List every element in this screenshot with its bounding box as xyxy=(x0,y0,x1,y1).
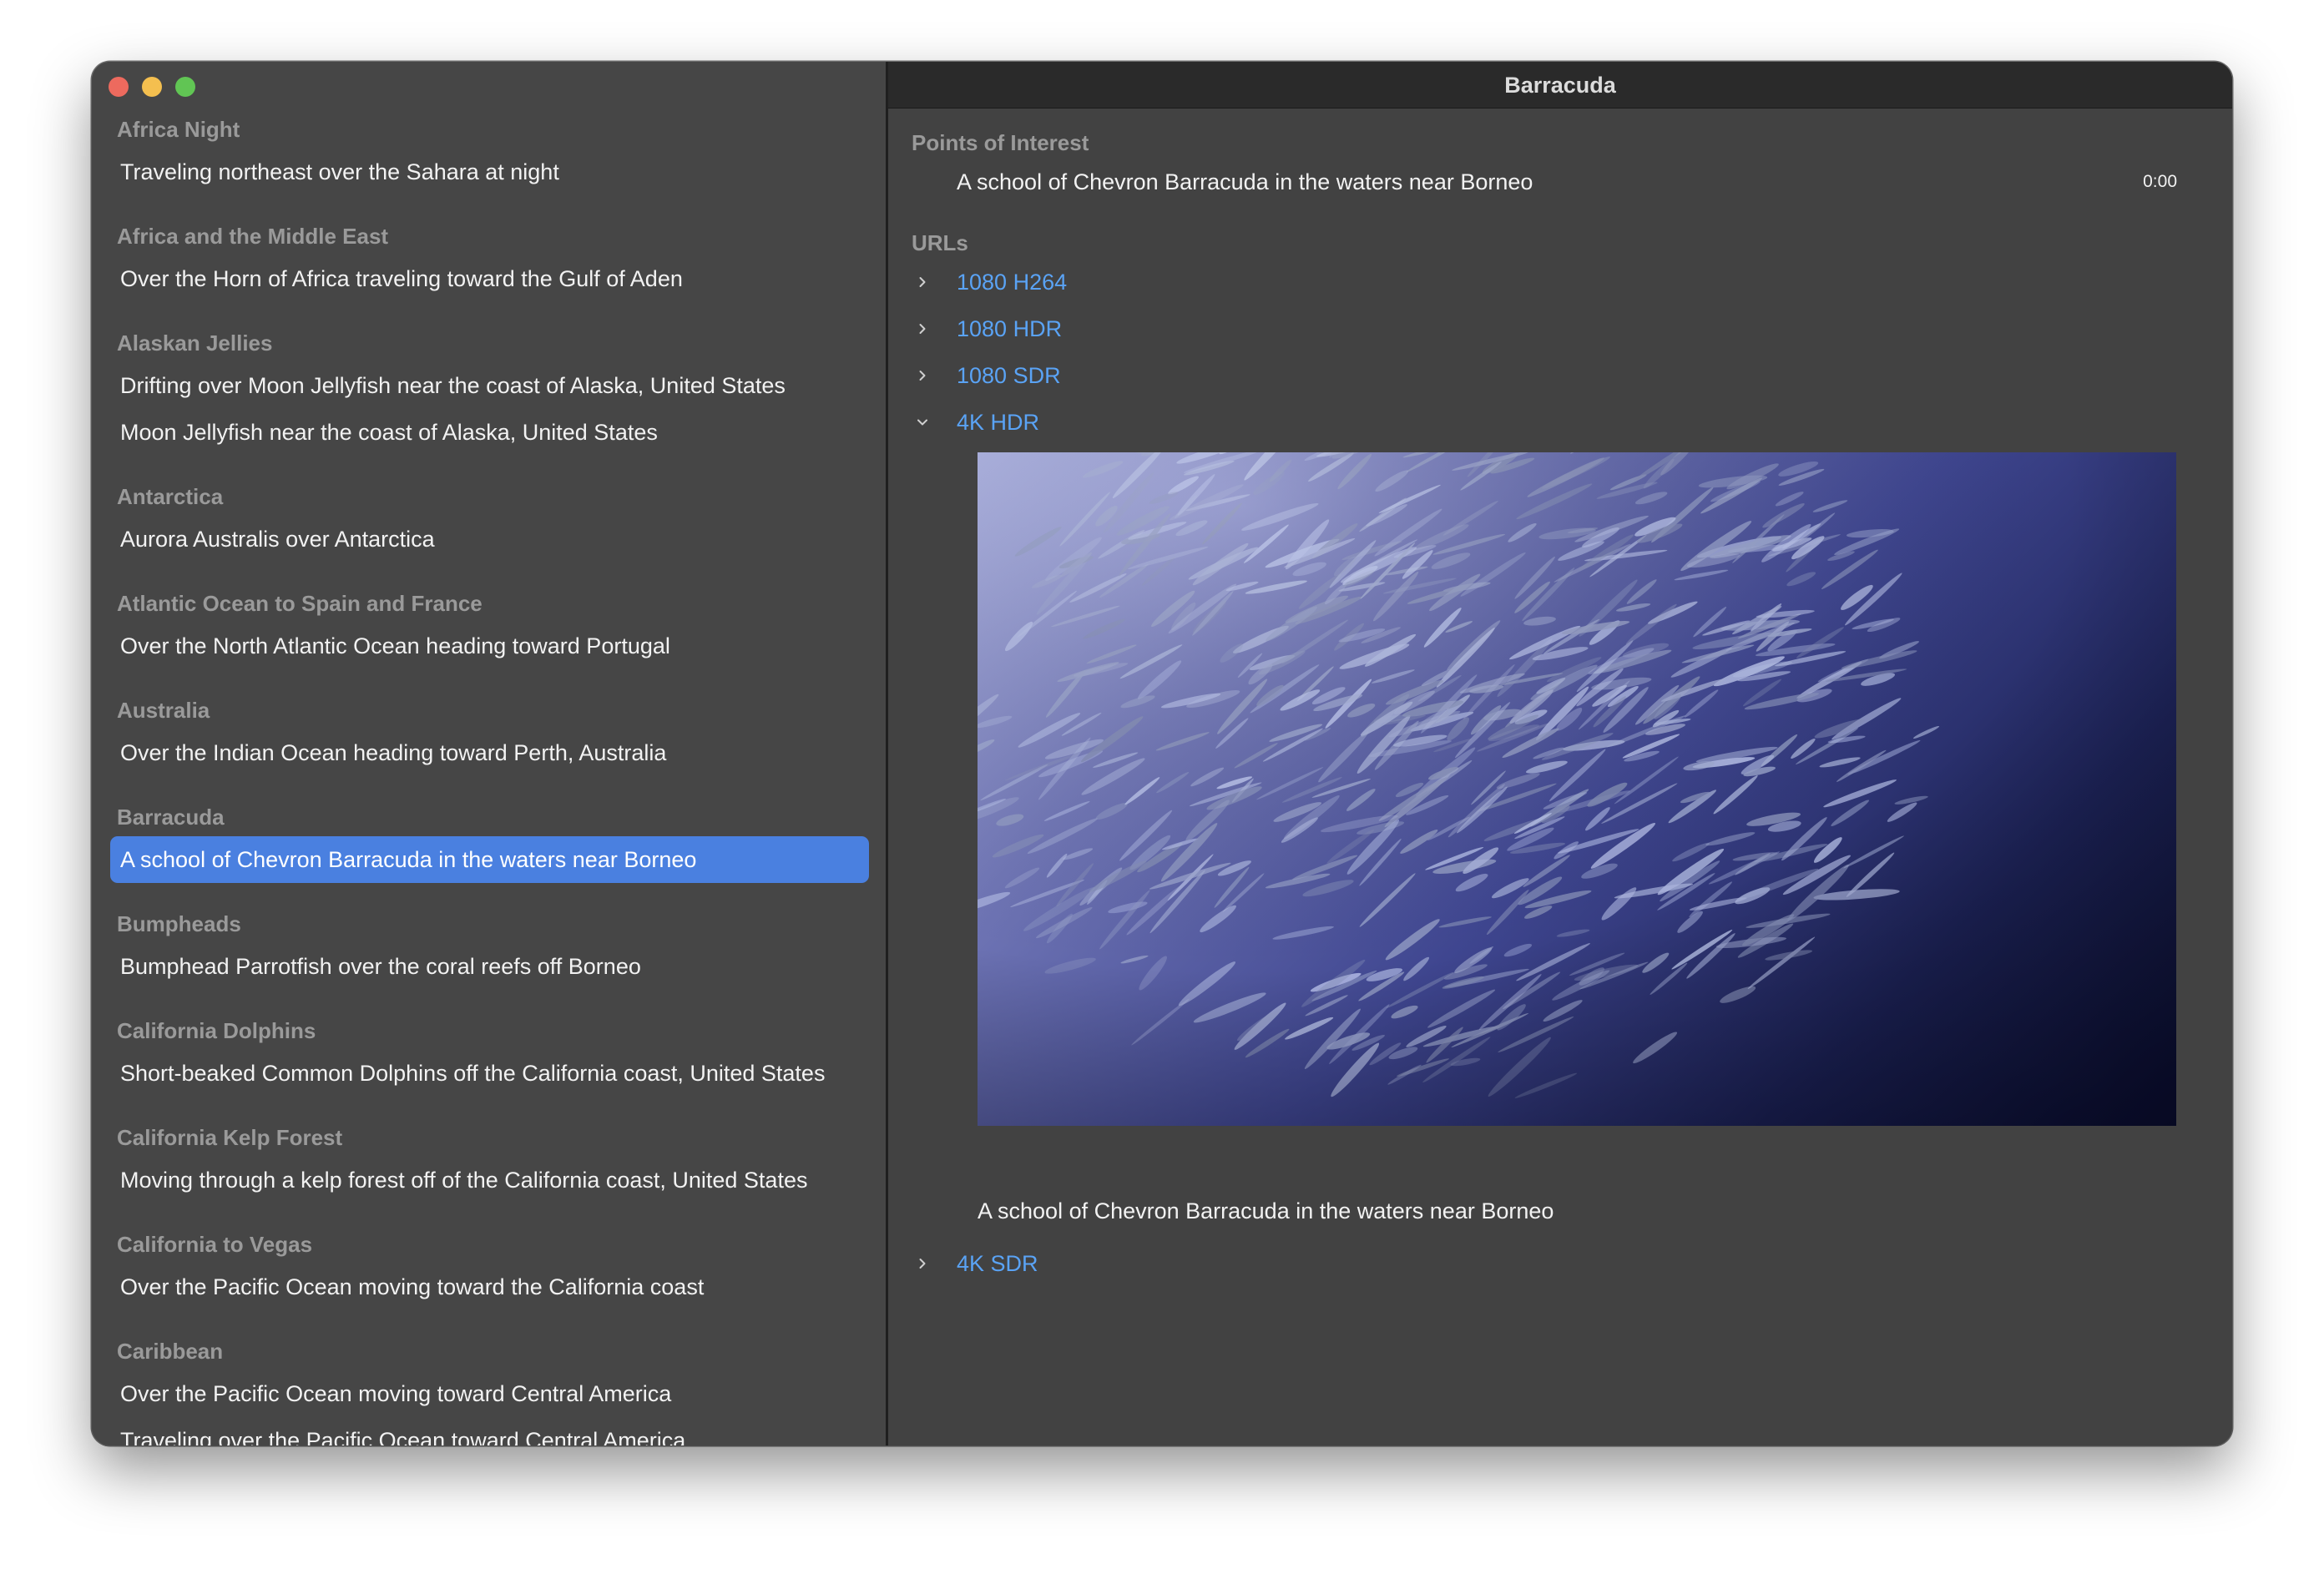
list-item-selected[interactable]: A school of Chevron Barracuda in the wat… xyxy=(110,836,869,883)
detail-pane: Barracuda Points of Interest A school of… xyxy=(888,62,2232,1445)
chevron-down-icon[interactable] xyxy=(912,404,933,441)
chevron-right-icon[interactable] xyxy=(912,264,933,300)
aerial-list: Africa Night Traveling northeast over the… xyxy=(92,110,886,1445)
barracuda-school-image xyxy=(978,452,2176,1126)
window-title: Barracuda xyxy=(888,62,2232,108)
group-header: Antarctica xyxy=(117,484,224,509)
poi-section-header: Points of Interest xyxy=(912,130,1089,155)
sidebar-group: Atlantic Ocean to Spain and France Over t… xyxy=(92,584,886,669)
list-item[interactable]: Moving through a kelp forest off of the … xyxy=(110,1157,869,1203)
group-header: Africa Night xyxy=(117,117,240,142)
group-header: California to Vegas xyxy=(117,1232,313,1257)
list-item[interactable]: Drifting over Moon Jellyfish near the co… xyxy=(110,362,869,409)
group-header: Alaskan Jellies xyxy=(117,330,273,356)
group-header: Caribbean xyxy=(117,1339,224,1364)
url-label[interactable]: 1080 H264 xyxy=(957,264,1067,300)
group-header: Australia xyxy=(117,698,210,723)
url-label[interactable]: 4K HDR xyxy=(957,404,1039,441)
list-item[interactable]: Over the Indian Ocean heading toward Per… xyxy=(110,729,869,776)
video-preview[interactable] xyxy=(978,452,2176,1126)
window-controls xyxy=(109,77,195,97)
list-item[interactable]: Aurora Australis over Antarctica xyxy=(110,516,869,563)
list-item[interactable]: Over the Horn of Africa traveling toward… xyxy=(110,255,869,302)
chevron-right-icon[interactable] xyxy=(912,357,933,394)
group-header: California Kelp Forest xyxy=(117,1125,343,1150)
preview-caption: A school of Chevron Barracuda in the wat… xyxy=(978,1198,1554,1223)
sidebar-group: Barracuda A school of Chevron Barracuda i… xyxy=(92,798,886,883)
sidebar-group: Caribbean Over the Pacific Ocean moving t… xyxy=(92,1332,886,1445)
poi-time: 0:00 xyxy=(2143,172,2177,191)
sidebar-group: Africa Night Traveling northeast over the… xyxy=(92,110,886,195)
group-header: Barracuda xyxy=(117,805,225,830)
list-item[interactable]: Short-beaked Common Dolphins off the Cal… xyxy=(110,1050,869,1097)
list-item[interactable]: Bumphead Parrotfish over the coral reefs… xyxy=(110,943,869,990)
sidebar-group: Africa and the Middle East Over the Horn … xyxy=(92,217,886,302)
sidebar-group: Antarctica Aurora Australis over Antarcti… xyxy=(92,477,886,563)
url-label[interactable]: 4K SDR xyxy=(957,1245,1038,1282)
sidebar-group: Alaskan Jellies Drifting over Moon Jellyf… xyxy=(92,324,886,456)
minimize-window-button[interactable] xyxy=(142,77,162,97)
poi-description: A school of Chevron Barracuda in the wat… xyxy=(957,169,1533,194)
group-header: California Dolphins xyxy=(117,1018,316,1043)
sidebar-group: California to Vegas Over the Pacific Ocea… xyxy=(92,1225,886,1310)
url-label[interactable]: 1080 HDR xyxy=(957,310,1062,347)
sidebar-group: Bumpheads Bumphead Parrotfish over the co… xyxy=(92,905,886,990)
chevron-right-icon[interactable] xyxy=(912,1245,933,1282)
sidebar-group: Australia Over the Indian Ocean heading t… xyxy=(92,691,886,776)
poi-row[interactable]: A school of Chevron Barracuda in the wat… xyxy=(912,164,2177,200)
sidebar-group: California Kelp Forest Moving through a k… xyxy=(92,1118,886,1203)
group-header: Bumpheads xyxy=(117,911,241,936)
list-item[interactable]: Traveling over the Pacific Ocean toward … xyxy=(110,1417,869,1445)
list-item[interactable]: Over the Pacific Ocean moving toward the… xyxy=(110,1264,869,1310)
chevron-right-icon[interactable] xyxy=(912,310,933,347)
list-item[interactable]: Moon Jellyfish near the coast of Alaska,… xyxy=(110,409,869,456)
list-item[interactable]: Traveling northeast over the Sahara at n… xyxy=(110,149,869,195)
list-item[interactable]: Over the Pacific Ocean moving toward Cen… xyxy=(110,1370,869,1417)
urls-section-header: URLs xyxy=(912,230,968,255)
zoom-window-button[interactable] xyxy=(175,77,195,97)
sidebar: Africa Night Traveling northeast over the… xyxy=(92,62,886,1445)
group-header: Africa and the Middle East xyxy=(117,224,389,249)
url-label[interactable]: 1080 SDR xyxy=(957,357,1061,394)
close-window-button[interactable] xyxy=(109,77,129,97)
list-item[interactable]: Over the North Atlantic Ocean heading to… xyxy=(110,623,869,669)
group-header: Atlantic Ocean to Spain and France xyxy=(117,591,482,616)
app-window: Africa Night Traveling northeast over the… xyxy=(92,62,2232,1445)
sidebar-group: California Dolphins Short-beaked Common D… xyxy=(92,1012,886,1097)
